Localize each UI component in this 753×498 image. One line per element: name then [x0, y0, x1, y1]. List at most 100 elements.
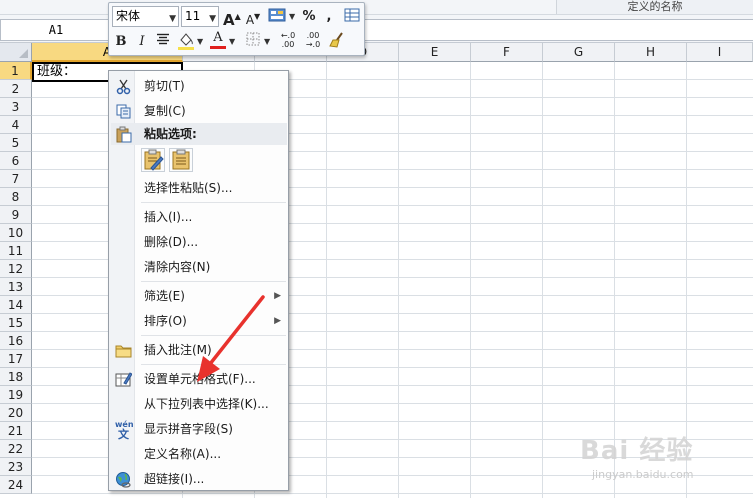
italic-button[interactable]: I	[135, 32, 149, 52]
menu-item-label: 排序(O)	[144, 314, 187, 328]
paste-icon	[172, 149, 190, 170]
menu-separator	[141, 364, 286, 365]
menu-item-hyperlink[interactable]: 超链接(I)...	[111, 467, 287, 491]
column-header-h[interactable]: H	[615, 43, 687, 62]
paste-option-paste[interactable]	[169, 148, 193, 172]
select-all-button[interactable]	[0, 43, 32, 62]
watermark: Bai 经验 jingyan.baidu.com	[580, 430, 750, 492]
column-gridline	[470, 62, 471, 498]
cell-styles-button[interactable]	[267, 7, 287, 27]
row-header-12[interactable]: 12	[0, 260, 32, 278]
menu-item-label: 筛选(E)	[144, 289, 185, 303]
menu-separator	[141, 281, 286, 282]
column-gridline	[542, 62, 543, 498]
column-header-g[interactable]: G	[543, 43, 615, 62]
row-header-11[interactable]: 11	[0, 242, 32, 260]
bold-button[interactable]: B	[113, 32, 129, 52]
menu-item-copy[interactable]: 复制(C)	[111, 99, 287, 123]
menu-item-label: 定义名称(A)...	[144, 447, 222, 461]
increase-decimal-button[interactable]: ←.0 .00	[277, 31, 299, 51]
column-header-i[interactable]: I	[687, 43, 753, 62]
menu-item-paste-special[interactable]: 选择性粘贴(S)...	[111, 176, 287, 200]
row-header-16[interactable]: 16	[0, 332, 32, 350]
formula-bar-input[interactable]	[362, 19, 753, 41]
shrink-font-icon: A	[245, 13, 255, 27]
comma-style-button[interactable]: ,	[324, 7, 334, 27]
menu-item-show-phonetic[interactable]: wén 文 显示拼音字段(S)	[111, 417, 287, 441]
grow-font-button[interactable]: A▲	[223, 7, 241, 29]
font-name-value: 宋体	[116, 9, 141, 23]
column-gridline	[398, 62, 399, 498]
row-header-22[interactable]: 22	[0, 440, 32, 458]
format-painter-button[interactable]	[327, 31, 347, 51]
menu-item-insert-comment[interactable]: 插入批注(M)	[111, 338, 287, 362]
paste-option-keep-formatting[interactable]	[141, 148, 165, 172]
decrease-decimal-button[interactable]: .00 →.0	[302, 31, 324, 51]
row-header-20[interactable]: 20	[0, 404, 32, 422]
row-header-1[interactable]: 1	[0, 62, 32, 80]
row-header-17[interactable]: 17	[0, 350, 32, 368]
row-header-4[interactable]: 4	[0, 116, 32, 134]
row-header-7[interactable]: 7	[0, 170, 32, 188]
font-color-button[interactable]: A	[210, 30, 226, 50]
row-header-9[interactable]: 9	[0, 206, 32, 224]
row-header-8[interactable]: 8	[0, 188, 32, 206]
menu-item-sort[interactable]: 排序(O) ▶	[111, 309, 287, 333]
center-align-button[interactable]	[155, 32, 171, 52]
row-header-5[interactable]: 5	[0, 134, 32, 152]
chevron-down-icon[interactable]: ▼	[289, 7, 295, 27]
chevron-down-icon: ▼	[209, 14, 216, 24]
row-header-6[interactable]: 6	[0, 152, 32, 170]
column-header-f[interactable]: F	[471, 43, 543, 62]
font-size-value: 11	[185, 9, 201, 23]
menu-item-label: 超链接(I)...	[144, 472, 205, 486]
menu-item-format-cells[interactable]: 设置单元格格式(F)...	[111, 367, 287, 391]
context-menu: 剪切(T) 复制(C) 粘贴选项: 选择性粘贴(S)... 插入(I)... 删…	[108, 70, 289, 491]
menu-separator	[141, 335, 286, 336]
row-header-15[interactable]: 15	[0, 314, 32, 332]
chevron-down-icon[interactable]: ▼	[229, 32, 235, 52]
percent-style-button[interactable]: %	[302, 7, 316, 27]
name-box[interactable]: A1	[0, 19, 112, 41]
chevron-down-icon[interactable]: ▼	[197, 32, 203, 52]
row-header-18[interactable]: 18	[0, 368, 32, 386]
menu-item-insert[interactable]: 插入(I)...	[111, 205, 287, 229]
comment-folder-icon	[115, 345, 132, 358]
menu-item-delete[interactable]: 删除(D)...	[111, 230, 287, 254]
row-header-2[interactable]: 2	[0, 80, 32, 98]
row-header-3[interactable]: 3	[0, 98, 32, 116]
menu-item-label: 清除内容(N)	[144, 260, 211, 274]
menu-item-label: 选择性粘贴(S)...	[144, 181, 233, 195]
row-header-10[interactable]: 10	[0, 224, 32, 242]
row-header-14[interactable]: 14	[0, 296, 32, 314]
menu-item-cut[interactable]: 剪切(T)	[111, 74, 287, 98]
menu-item-label: 从下拉列表中选择(K)...	[144, 397, 269, 411]
borders-button[interactable]	[245, 32, 261, 52]
row-header-23[interactable]: 23	[0, 458, 32, 476]
fill-color-button[interactable]	[177, 31, 195, 51]
menu-item-clear-contents[interactable]: 清除内容(N)	[111, 255, 287, 279]
scissors-icon	[116, 79, 131, 95]
font-size-dropdown[interactable]: 11 ▼	[181, 6, 219, 27]
submenu-arrow-icon: ▶	[274, 291, 281, 301]
row-header-21[interactable]: 21	[0, 422, 32, 440]
shrink-font-button[interactable]: A▼	[245, 7, 261, 27]
font-name-dropdown[interactable]: 宋体 ▼	[112, 6, 179, 27]
menu-item-filter[interactable]: 筛选(E) ▶	[111, 284, 287, 308]
row-header-24[interactable]: 24	[0, 476, 32, 494]
column-header-e[interactable]: E	[399, 43, 471, 62]
menu-item-define-name[interactable]: 定义名称(A)...	[111, 442, 287, 466]
chevron-down-icon[interactable]: ▼	[264, 32, 270, 52]
row-header-13[interactable]: 13	[0, 278, 32, 296]
menu-item-label: 删除(D)...	[144, 235, 199, 249]
font-color-bar	[210, 46, 226, 49]
row-gridline	[32, 493, 753, 494]
format-painter-table-button[interactable]	[343, 7, 361, 27]
increase-decimal-icon-bottom: .00	[281, 40, 295, 49]
menu-item-pick-from-list[interactable]: 从下拉列表中选择(K)...	[111, 392, 287, 416]
paint-bucket-icon	[178, 33, 194, 50]
row-header-19[interactable]: 19	[0, 386, 32, 404]
phonetic-icon: wén 文	[115, 421, 134, 441]
defined-names-group-label: 定义的名称	[556, 0, 753, 14]
menu-separator	[141, 202, 286, 203]
